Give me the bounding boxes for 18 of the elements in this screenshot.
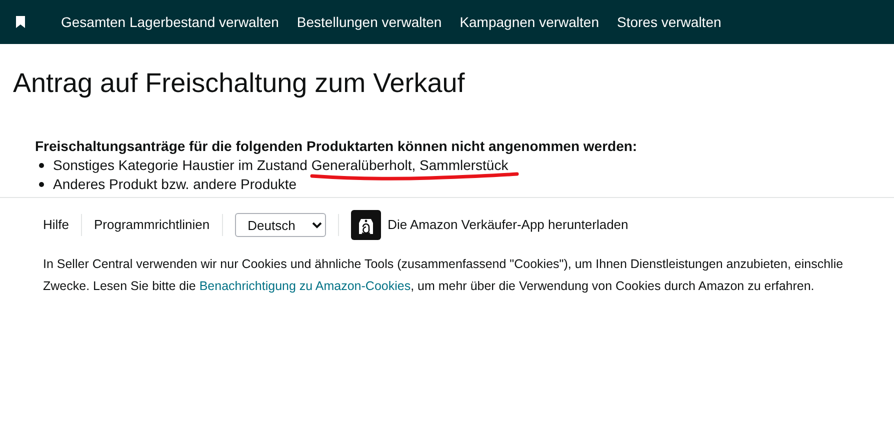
nav-link[interactable]: Bestellungen verwalten: [296, 12, 442, 32]
page-title: Antrag auf Freischaltung zum Verkauf: [13, 67, 466, 100]
app-download-link[interactable]: Die Amazon Verkäufer-App herunterladen: [388, 215, 628, 235]
nav-link[interactable]: Kampagnen verwalten: [460, 12, 599, 32]
footer-link[interactable]: Programmrichtlinien: [94, 215, 210, 235]
bullet-icon: [39, 163, 44, 168]
nav-link[interactable]: Stores verwalten: [617, 12, 722, 32]
notice-heading: Freischaltungsanträge für die folgenden Produktarten können nicht angenommen werden:: [35, 137, 638, 156]
nav-link[interactable]: Gesamten Lagerbestand verwalten: [61, 12, 279, 32]
notice-item: Anderes Produkt bzw. andere Produkte: [53, 175, 297, 194]
bookmark-icon[interactable]: [16, 16, 25, 28]
footer-link[interactable]: Hilfe: [43, 215, 70, 235]
bullet-icon: [39, 182, 44, 187]
language-select[interactable]: Deutsch: [234, 213, 326, 237]
shopping-tag-icon[interactable]: [350, 210, 381, 240]
notice-item: Sonstiges Kategorie Haustier im Zustand Generalüberholt, Sammlerstück: [53, 156, 508, 175]
cookie-policy-link[interactable]: Benachrichtigung zu Amazon-Cookies: [199, 279, 411, 293]
cookie-notice: In Seller Central verwenden wir nur Cookies und ähnliche Tools (zusammenfassend "Cookies"), um Ihnen Dienstleistungen anzubieten, einschlie Zwecke. Lesen Sie bitte die Benachrichtigung zu Amazon-Cookies, um mehr über die Verwendung von Cookies durch Amazon zu erfahren.: [43, 256, 844, 295]
